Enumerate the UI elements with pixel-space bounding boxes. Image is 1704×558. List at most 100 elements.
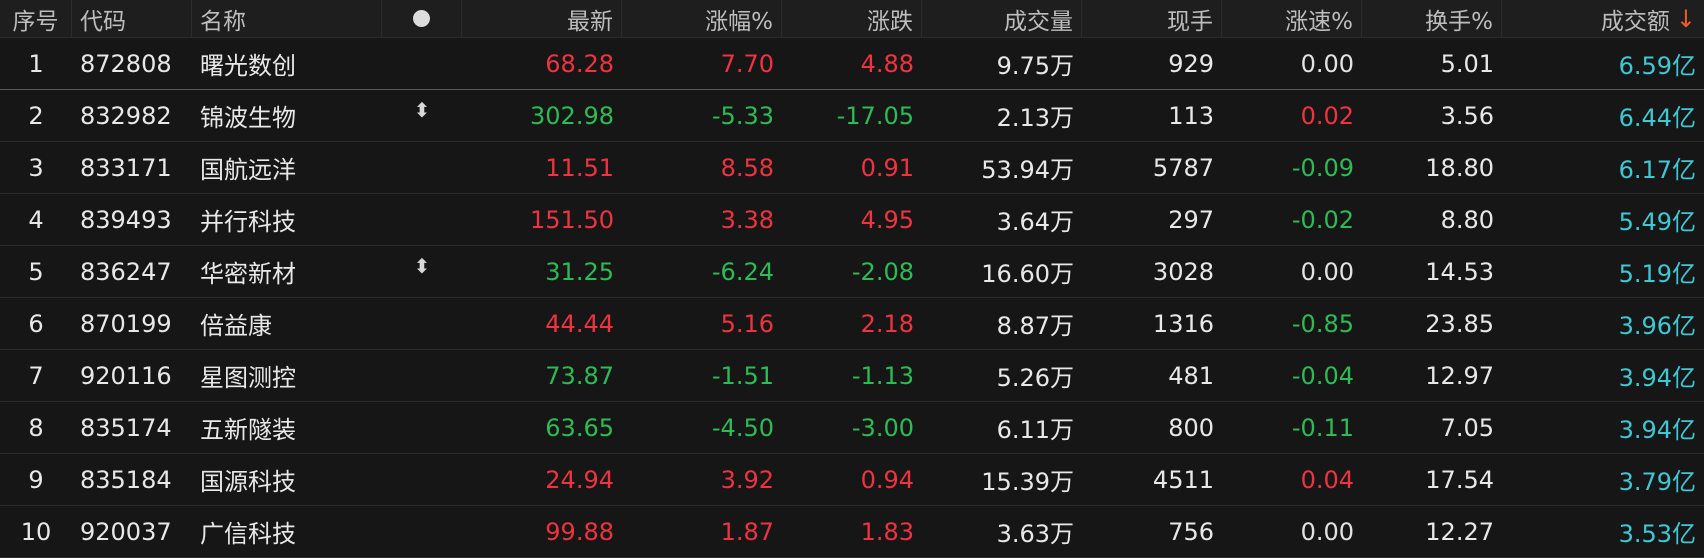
cell-mark bbox=[382, 38, 462, 89]
cell-current-hand: 800 bbox=[1082, 402, 1222, 453]
cell-turnover-text: 5.01 bbox=[1440, 49, 1494, 78]
cell-change-percent-text: -4.50 bbox=[711, 413, 774, 442]
cell-code: 836247 bbox=[72, 246, 192, 297]
cell-change-percent: 5.16 bbox=[622, 298, 782, 349]
header-change-percent[interactable]: 涨幅% bbox=[622, 0, 782, 38]
header-code[interactable]: 代码 bbox=[72, 0, 192, 38]
header-amount[interactable]: 成交额 ↓ bbox=[1502, 0, 1704, 38]
cell-last-price: 63.65 bbox=[462, 402, 622, 453]
cell-name: 锦波生物 bbox=[192, 90, 382, 141]
cell-name-text: 锦波生物 bbox=[200, 104, 296, 132]
cell-volume-text: 3.64万 bbox=[996, 208, 1074, 236]
cell-mark bbox=[382, 298, 462, 349]
cell-amount: 3.96亿 bbox=[1502, 298, 1704, 349]
cell-volume-text: 8.87万 bbox=[996, 312, 1074, 340]
cell-volume: 2.13万 bbox=[922, 90, 1082, 141]
header-speed[interactable]: 涨速% bbox=[1222, 0, 1362, 38]
cell-code-text: 870199 bbox=[80, 309, 172, 338]
cell-turnover-text: 14.53 bbox=[1425, 257, 1494, 286]
cell-name: 曙光数创 bbox=[192, 38, 382, 89]
sort-descending-arrow-icon[interactable]: ↓ bbox=[1676, 7, 1696, 31]
table-row[interactable]: 2 832982 锦波生物 ⬍ 302.98 -5.33 -17.05 2.13万 113 0.0… bbox=[0, 90, 1704, 142]
up-down-arrow-icon: ⬍ bbox=[413, 253, 431, 278]
cell-index: 5 bbox=[0, 246, 72, 297]
cell-turnover: 14.53 bbox=[1362, 246, 1502, 297]
header-status[interactable] bbox=[382, 0, 462, 38]
table-row[interactable]: 6 870199 倍益康 44.44 5.16 2.18 8.87万 1316 -0.85 23.… bbox=[0, 298, 1704, 350]
cell-name-text: 国航远洋 bbox=[200, 156, 296, 184]
cell-change-percent-text: 3.38 bbox=[720, 205, 774, 234]
cell-turnover: 5.01 bbox=[1362, 38, 1502, 89]
cell-amount: 5.19亿 bbox=[1502, 246, 1704, 297]
cell-last-price-text: 11.51 bbox=[545, 153, 614, 182]
cell-change-percent-text: 3.92 bbox=[720, 465, 774, 494]
cell-amount-text: 3.53亿 bbox=[1618, 520, 1696, 548]
cell-code: 835184 bbox=[72, 454, 192, 505]
cell-speed: -0.02 bbox=[1222, 194, 1362, 245]
table-row[interactable]: 9 835184 国源科技 24.94 3.92 0.94 15.39万 4511 0.04 17… bbox=[0, 454, 1704, 506]
table-row[interactable]: 8 835174 五新隧装 63.65 -4.50 -3.00 6.11万 800 -0.11 7… bbox=[0, 402, 1704, 454]
cell-change-percent-text: -6.24 bbox=[711, 257, 774, 286]
cell-current-hand-text: 756 bbox=[1168, 517, 1214, 546]
cell-mark: ⬍ bbox=[382, 90, 462, 141]
cell-name: 倍益康 bbox=[192, 298, 382, 349]
cell-speed-text: -0.85 bbox=[1291, 309, 1354, 338]
filled-circle-icon bbox=[413, 10, 430, 27]
table-row[interactable]: 3 833171 国航远洋 11.51 8.58 0.91 53.94万 5787 -0.09 1… bbox=[0, 142, 1704, 194]
table-row[interactable]: 10 920037 广信科技 99.88 1.87 1.83 3.63万 756 0.00 12.… bbox=[0, 506, 1704, 558]
cell-change-text: 4.95 bbox=[860, 205, 914, 234]
cell-volume: 53.94万 bbox=[922, 142, 1082, 193]
cell-index: 1 bbox=[0, 38, 72, 89]
table-row[interactable]: 4 839493 并行科技 151.50 3.38 4.95 3.64万 297 -0.02 8.… bbox=[0, 194, 1704, 246]
cell-change-percent-text: 8.58 bbox=[720, 153, 774, 182]
header-volume[interactable]: 成交量 bbox=[922, 0, 1082, 38]
cell-current-hand-text: 929 bbox=[1168, 49, 1214, 78]
cell-change: -2.08 bbox=[782, 246, 922, 297]
header-index[interactable]: 序号 bbox=[0, 0, 72, 38]
cell-speed: -0.85 bbox=[1222, 298, 1362, 349]
cell-volume: 3.63万 bbox=[922, 506, 1082, 557]
cell-current-hand: 297 bbox=[1082, 194, 1222, 245]
cell-amount-text: 6.59亿 bbox=[1618, 52, 1696, 80]
cell-name-text: 曙光数创 bbox=[200, 52, 296, 80]
cell-amount: 3.94亿 bbox=[1502, 402, 1704, 453]
cell-last-price: 44.44 bbox=[462, 298, 622, 349]
cell-change-percent: 7.70 bbox=[622, 38, 782, 89]
cell-name-text: 并行科技 bbox=[200, 208, 296, 236]
cell-amount: 6.44亿 bbox=[1502, 90, 1704, 141]
cell-last-price-text: 73.87 bbox=[545, 361, 614, 390]
cell-amount-text: 3.79亿 bbox=[1618, 468, 1696, 496]
cell-name: 并行科技 bbox=[192, 194, 382, 245]
cell-code-text: 835184 bbox=[80, 465, 172, 494]
cell-index-text: 8 bbox=[28, 413, 44, 442]
cell-change: -1.13 bbox=[782, 350, 922, 401]
cell-name: 华密新材 bbox=[192, 246, 382, 297]
cell-turnover: 8.80 bbox=[1362, 194, 1502, 245]
table-row[interactable]: 5 836247 华密新材 ⬍ 31.25 -6.24 -2.08 16.60万 3028 0.0… bbox=[0, 246, 1704, 298]
cell-amount-text: 6.17亿 bbox=[1618, 156, 1696, 184]
cell-last-price-text: 31.25 bbox=[545, 257, 614, 286]
cell-mark bbox=[382, 402, 462, 453]
cell-change-percent: -5.33 bbox=[622, 90, 782, 141]
header-change[interactable]: 涨跌 bbox=[782, 0, 922, 38]
cell-speed-text: 0.04 bbox=[1300, 465, 1354, 494]
cell-volume-text: 16.60万 bbox=[981, 260, 1074, 288]
cell-volume-text: 15.39万 bbox=[981, 468, 1074, 496]
cell-index-text: 10 bbox=[20, 517, 52, 546]
cell-current-hand: 756 bbox=[1082, 506, 1222, 557]
cell-code: 835174 bbox=[72, 402, 192, 453]
cell-code-text: 836247 bbox=[80, 257, 172, 286]
cell-amount: 6.59亿 bbox=[1502, 38, 1704, 89]
cell-change: 4.88 bbox=[782, 38, 922, 89]
cell-volume: 9.75万 bbox=[922, 38, 1082, 89]
table-row[interactable]: 7 920116 星图测控 73.87 -1.51 -1.13 5.26万 481 -0.04 1… bbox=[0, 350, 1704, 402]
header-current-hand[interactable]: 现手 bbox=[1082, 0, 1222, 38]
header-name[interactable]: 名称 bbox=[192, 0, 382, 38]
cell-change: 0.91 bbox=[782, 142, 922, 193]
cell-last-price: 302.98 bbox=[462, 90, 622, 141]
cell-index-text: 5 bbox=[28, 257, 44, 286]
header-turnover[interactable]: 换手% bbox=[1362, 0, 1502, 38]
table-row[interactable]: 1 872808 曙光数创 68.28 7.70 4.88 9.75万 929 0.00 5.01… bbox=[0, 38, 1704, 90]
header-last-price[interactable]: 最新 bbox=[462, 0, 622, 38]
cell-volume: 8.87万 bbox=[922, 298, 1082, 349]
